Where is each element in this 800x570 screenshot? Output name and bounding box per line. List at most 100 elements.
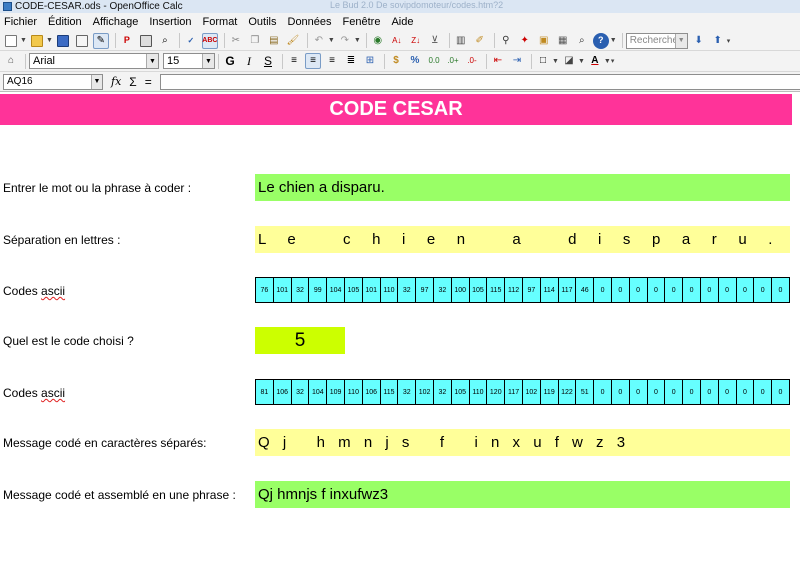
underline-button[interactable]: S [260, 53, 276, 69]
ascii-code-cell[interactable]: 0 [737, 278, 755, 302]
coded-ascii-cell[interactable]: 0 [719, 380, 737, 404]
help-dropdown-icon[interactable]: ▼ [610, 37, 617, 44]
menu-format[interactable]: Format [203, 16, 238, 28]
search-input[interactable]: Rechercher ▼ [625, 32, 688, 49]
gallery-icon[interactable]: ▣ [536, 33, 552, 49]
font-name-dropdown-icon[interactable]: ▼ [146, 54, 158, 68]
toolbar-overflow-icon[interactable]: ▾ [727, 37, 731, 45]
coded-ascii-cell[interactable]: 104 [309, 380, 328, 404]
font-color-dropdown-icon[interactable]: ▼ [604, 58, 611, 65]
find-previous-icon[interactable]: ⬆ [710, 33, 726, 49]
coded-ascii-cell[interactable]: 105 [452, 380, 470, 404]
format-paintbrush-icon[interactable]: 🖌 [285, 33, 301, 49]
bold-button[interactable]: G [222, 53, 238, 69]
ascii-code-cell[interactable]: 114 [541, 278, 559, 302]
coded-ascii-cell[interactable]: 0 [594, 380, 612, 404]
redo-dropdown-icon[interactable]: ▼ [354, 37, 361, 44]
font-name-select[interactable]: Arial ▼ [29, 53, 159, 69]
coded-ascii-cell[interactable]: 106 [274, 380, 292, 404]
sum-icon[interactable]: Σ [129, 75, 136, 89]
sort-descending-icon[interactable]: Z↓ [408, 33, 424, 49]
menu-edition[interactable]: Édition [48, 16, 82, 28]
coded-ascii-cell[interactable]: 110 [470, 380, 488, 404]
sheet-title[interactable]: CODE CESAR [0, 94, 792, 125]
increase-indent-icon[interactable]: ⇥ [509, 53, 525, 69]
menu-fenetre[interactable]: Fenêtre [343, 16, 381, 28]
help-icon[interactable]: ? [592, 32, 609, 49]
menu-outils[interactable]: Outils [248, 16, 276, 28]
menu-insertion[interactable]: Insertion [149, 16, 191, 28]
name-box[interactable]: AQ16 ▼ [3, 73, 103, 90]
ascii-code-cell[interactable]: 112 [505, 278, 523, 302]
align-right-icon[interactable]: ≡ [324, 53, 340, 69]
function-icon[interactable]: = [145, 75, 152, 89]
data-sources-icon[interactable]: ▦ [555, 33, 571, 49]
autospellcheck-icon[interactable]: ABC [201, 32, 218, 49]
ascii-code-cell[interactable]: 117 [559, 278, 577, 302]
ascii-code-cell[interactable]: 0 [701, 278, 719, 302]
coded-ascii-cell[interactable]: 81 [256, 380, 274, 404]
open-dropdown-icon[interactable]: ▼ [46, 37, 53, 44]
redo-icon[interactable]: ↷ [337, 33, 353, 49]
ascii-code-cell[interactable]: 46 [576, 278, 595, 302]
menu-donnees[interactable]: Données [288, 16, 332, 28]
decrease-indent-icon[interactable]: ⇤ [490, 53, 506, 69]
background-color-icon[interactable]: ◪ [561, 53, 577, 69]
ascii-code-cell[interactable]: 0 [719, 278, 737, 302]
ascii-code-cell[interactable]: 100 [452, 278, 470, 302]
save-icon[interactable] [55, 33, 71, 49]
input-cell[interactable]: Le chien a disparu. [255, 174, 790, 201]
hyperlink-icon[interactable]: ◉ [370, 33, 386, 49]
background-color-dropdown-icon[interactable]: ▼ [578, 58, 585, 65]
function-wizard-icon[interactable]: fx [111, 75, 121, 88]
coded-separated-cell[interactable]: Q j h m n j s f i n x u f w z 3 [255, 429, 790, 456]
font-size-select[interactable]: 15 ▼ [163, 53, 215, 69]
align-center-icon[interactable]: ≡ [305, 53, 321, 69]
coded-ascii-cell[interactable]: 102 [416, 380, 434, 404]
coded-ascii-cell[interactable]: 0 [683, 380, 701, 404]
coded-ascii-cell[interactable]: 0 [737, 380, 755, 404]
ascii-code-cell[interactable]: 32 [434, 278, 452, 302]
ascii-code-cell[interactable]: 0 [665, 278, 684, 302]
font-size-dropdown-icon[interactable]: ▼ [202, 54, 214, 68]
menu-affichage[interactable]: Affichage [93, 16, 139, 28]
edit-file-icon[interactable]: ✎ [92, 32, 109, 49]
coded-phrase-cell[interactable]: Qj hmnjs f inxufwz3 [255, 481, 790, 508]
borders-icon[interactable]: □ [535, 53, 551, 69]
sort-ascending-icon[interactable]: A↓ [389, 33, 405, 49]
coded-ascii-cell[interactable]: 0 [754, 380, 773, 404]
coded-ascii-cell[interactable]: 117 [505, 380, 523, 404]
add-decimal-icon[interactable]: .0+ [445, 53, 461, 69]
chart-icon[interactable]: ▥ [453, 33, 469, 49]
coded-ascii-cell[interactable]: 32 [292, 380, 310, 404]
cut-icon[interactable]: ✂ [228, 33, 244, 49]
paste-icon[interactable]: ▤ [266, 33, 282, 49]
ascii-code-cell[interactable]: 0 [630, 278, 648, 302]
coded-ascii-cell[interactable]: 0 [701, 380, 719, 404]
coded-ascii-cell[interactable]: 51 [576, 380, 595, 404]
name-box-dropdown-icon[interactable]: ▼ [91, 74, 102, 89]
ascii-code-cell[interactable]: 97 [523, 278, 541, 302]
ascii-code-cell[interactable]: 110 [381, 278, 399, 302]
ascii-code-cell[interactable]: 115 [487, 278, 506, 302]
ascii-code-cell[interactable]: 32 [398, 278, 417, 302]
ascii-code-cell[interactable]: 0 [754, 278, 773, 302]
autofilter-icon[interactable]: ⊻ [427, 33, 443, 49]
justify-icon[interactable]: ≣ [343, 53, 359, 69]
ascii-code-cell[interactable]: 0 [594, 278, 612, 302]
coded-ascii-cell[interactable]: 32 [434, 380, 452, 404]
menu-aide[interactable]: Aide [391, 16, 413, 28]
coded-ascii-cell[interactable]: 0 [772, 380, 790, 404]
font-color-icon[interactable]: A [587, 53, 603, 69]
merge-cells-icon[interactable]: ⊞ [362, 53, 378, 69]
find-replace-icon[interactable]: ⚲ [498, 33, 514, 49]
coded-ascii-cell[interactable]: 122 [559, 380, 577, 404]
show-draw-functions-icon[interactable]: ✐ [472, 33, 488, 49]
ascii-code-cell[interactable]: 0 [612, 278, 630, 302]
ascii-code-cell[interactable]: 97 [416, 278, 434, 302]
code-cell[interactable]: 5 [255, 327, 345, 354]
spellcheck-icon[interactable]: ✓ [183, 33, 199, 49]
coded-ascii-cell[interactable]: 109 [327, 380, 345, 404]
copy-icon[interactable]: ❐ [247, 33, 263, 49]
coded-ascii-cell[interactable]: 0 [612, 380, 630, 404]
